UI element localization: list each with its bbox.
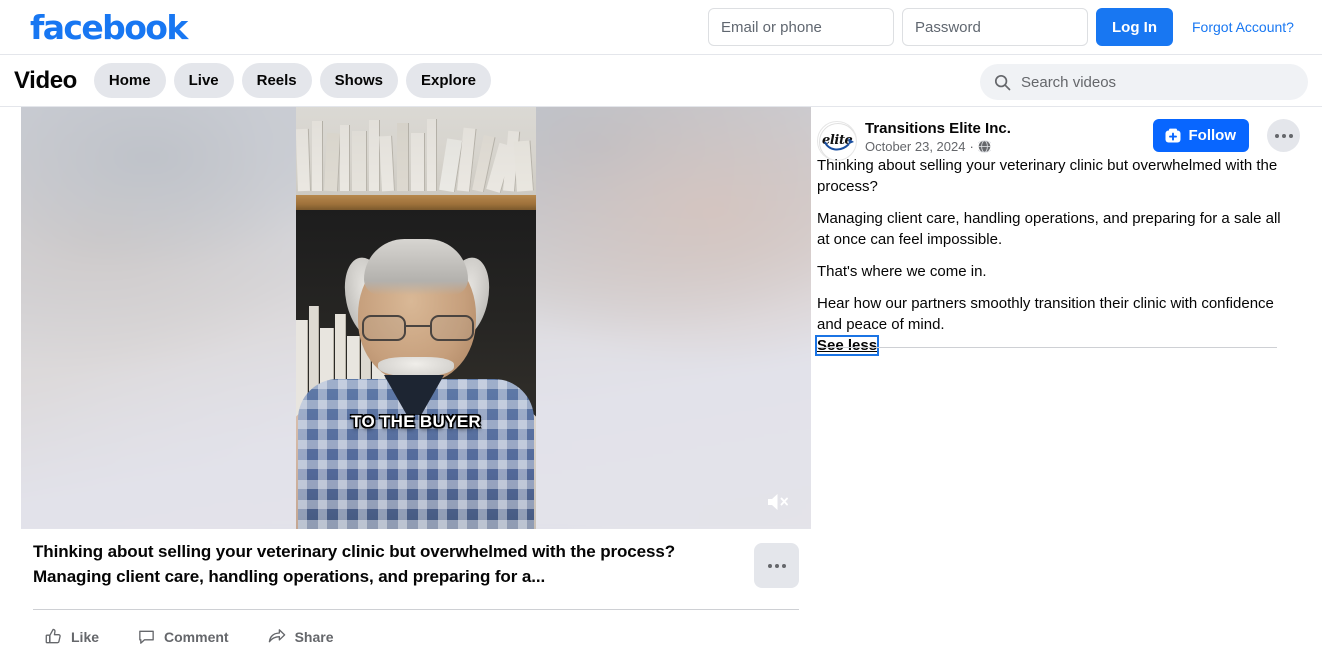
video-player[interactable]: TO THE BUYER (21, 107, 811, 529)
see-less-link[interactable]: See less (814, 335, 880, 356)
three-dots-icon (1274, 133, 1293, 138)
post-date: October 23, 2024 (865, 139, 966, 154)
shelf-board (296, 195, 536, 210)
video-options-button[interactable] (754, 543, 799, 588)
like-label: Like (71, 628, 100, 645)
nav-pill-home[interactable]: Home (93, 63, 166, 98)
follow-button[interactable]: Follow (1152, 119, 1249, 152)
main-content: TO THE BUYER Thinking about selling your… (0, 107, 1322, 649)
video-subtitle-overlay: TO THE BUYER (351, 412, 481, 431)
share-label: Share (294, 628, 334, 645)
log-in-button[interactable]: Log In (1096, 8, 1173, 46)
post-text: Thinking about selling your veterinary c… (814, 155, 1285, 356)
comment-label: Comment (164, 628, 229, 645)
speaker-muted-icon (768, 494, 788, 510)
video-content-strip (296, 107, 536, 529)
top-login-bar: facebook Log In Forgot Account? (0, 0, 1322, 55)
three-dots-icon (767, 563, 786, 568)
bookshelf-top (296, 107, 536, 199)
post-paragraph-1: Thinking about selling your veterinary c… (817, 157, 1278, 195)
page-name[interactable]: Transitions Elite Inc. (865, 119, 1011, 138)
follow-plus-icon (1165, 128, 1180, 142)
login-form: Log In Forgot Account? (708, 8, 1294, 46)
search-icon (994, 74, 1011, 90)
post-byline: Transitions Elite Inc. October 23, 2024 … (865, 119, 1011, 154)
hair-top (364, 239, 468, 295)
video-caption-row: Thinking about selling your veterinary c… (33, 539, 799, 589)
post-paragraph-4: Hear how our partners smoothly transitio… (817, 295, 1274, 333)
post-divider (817, 347, 1277, 348)
thumbs-up-icon (45, 628, 61, 644)
follow-label: Follow (1188, 127, 1237, 144)
post-meta: October 23, 2024 · (865, 139, 1011, 154)
share-button[interactable]: Share (261, 621, 340, 649)
post-paragraph-3: That's where we come in. (817, 263, 987, 280)
search-placeholder-text: Search videos (1021, 73, 1117, 91)
globe-icon (977, 140, 991, 153)
video-divider (33, 609, 799, 610)
post-options-button[interactable] (1267, 119, 1300, 152)
mustache (378, 357, 454, 377)
facebook-logo[interactable]: facebook (30, 11, 188, 44)
video-nav-bar: Video Home Live Reels Shows Explore Sear… (0, 55, 1322, 107)
video-scene (296, 107, 536, 529)
comment-bubble-icon (139, 630, 154, 644)
video-action-bar: Like Comment Share (38, 621, 340, 649)
post-detail-column: elite Transitions Elite Inc. October 23,… (811, 107, 1322, 649)
forgot-account-link[interactable]: Forgot Account? (1192, 19, 1294, 35)
nav-pill-live[interactable]: Live (173, 63, 234, 98)
video-column: TO THE BUYER Thinking about selling your… (0, 107, 811, 649)
password-input[interactable] (902, 8, 1088, 46)
meta-separator: · (969, 139, 974, 154)
mute-toggle-button[interactable] (761, 485, 795, 519)
share-arrow-icon (268, 629, 285, 643)
page-title: Video (14, 66, 77, 94)
email-or-phone-input[interactable] (708, 8, 894, 46)
nav-pill-explore[interactable]: Explore (406, 63, 492, 98)
nav-pill-shows[interactable]: Shows (319, 63, 398, 98)
search-videos-input[interactable]: Search videos (980, 64, 1308, 100)
video-title: Thinking about selling your veterinary c… (33, 542, 676, 586)
comment-button[interactable]: Comment (131, 621, 235, 649)
eyeglasses (362, 315, 474, 341)
post-paragraph-2: Managing client care, handling operation… (817, 210, 1281, 248)
video-nav-pills: Home Live Reels Shows Explore (93, 63, 492, 98)
nav-pill-reels[interactable]: Reels (241, 63, 312, 98)
like-button[interactable]: Like (38, 621, 105, 649)
